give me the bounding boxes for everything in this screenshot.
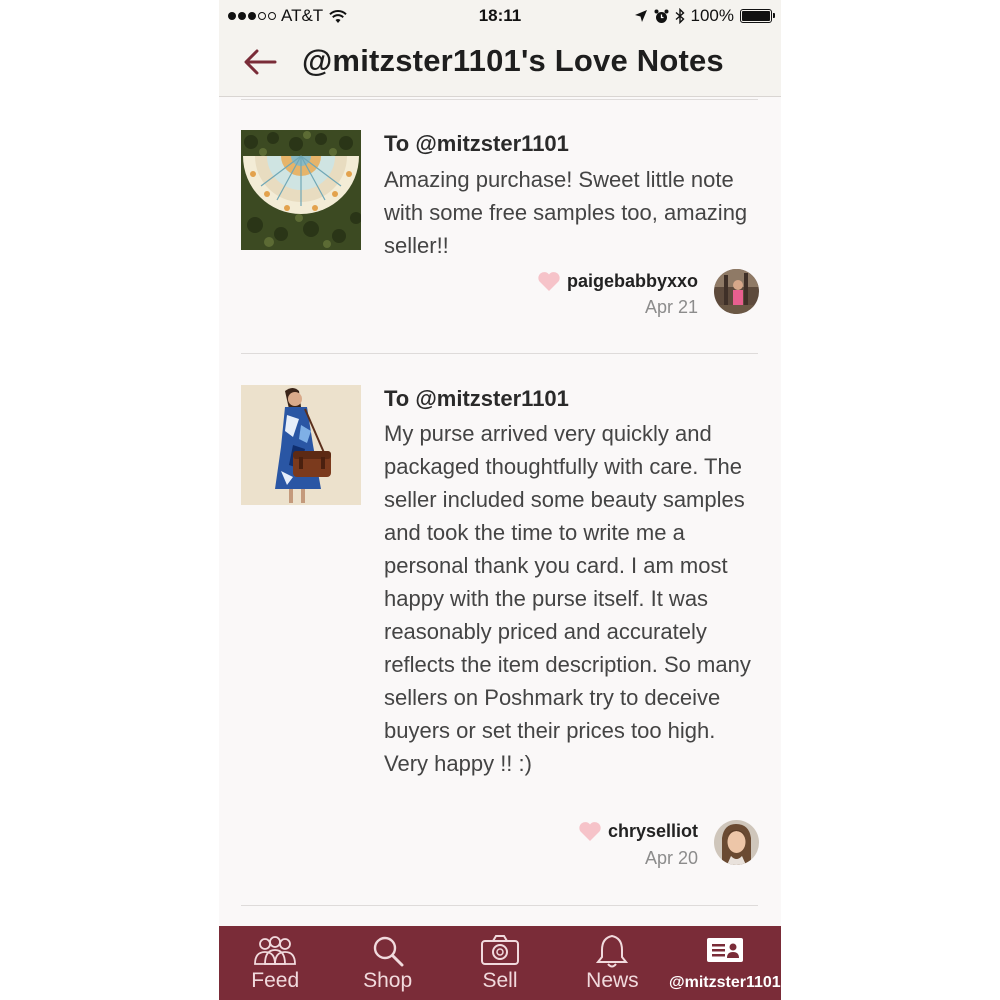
user-avatar — [714, 820, 759, 865]
status-bar: AT&T 18:11 100% — [219, 0, 781, 32]
back-button[interactable] — [241, 44, 281, 80]
tab-label: Shop — [363, 969, 413, 992]
note-author: chryselliot — [607, 821, 698, 841]
author-avatar[interactable] — [714, 820, 759, 865]
product-thumbnail[interactable] — [241, 385, 361, 505]
tab-label: Feed — [251, 969, 300, 992]
location-arrow-icon — [634, 10, 647, 22]
profile-card-icon — [706, 938, 743, 962]
heart-icon — [579, 822, 601, 841]
tab-news[interactable]: News — [556, 926, 668, 1000]
arrow-left-icon — [244, 49, 277, 75]
divider — [241, 905, 758, 906]
people-icon — [254, 936, 297, 965]
tab-label: @mitzster1101 — [668, 974, 781, 991]
product-thumbnail[interactable] — [241, 130, 361, 250]
nav-header: @mitzster1101's Love Notes — [219, 32, 781, 97]
user-avatar — [714, 269, 759, 314]
note-text: My purse arrived very quickly and packag… — [384, 421, 751, 776]
mandala-beach-towel-thumbnail — [241, 130, 361, 250]
battery-icon — [740, 9, 775, 23]
note-recipient: To @mitzster1101 — [384, 386, 569, 411]
tab-shop[interactable]: Shop — [331, 926, 443, 1000]
author-avatar[interactable] — [714, 269, 759, 314]
brown-purse-thumbnail — [241, 385, 361, 505]
battery-percent: 100% — [690, 6, 734, 25]
note-text: Amazing purchase! Sweet little note with… — [384, 167, 748, 258]
bottom-tab-bar: Feed Shop Sell News @mitzster1101 — [219, 926, 781, 1000]
note-author-row[interactable]: paigebabbyxxo — [537, 271, 698, 292]
note-author-row[interactable]: chryselliot — [578, 821, 698, 842]
bell-icon — [596, 934, 629, 968]
tab-profile[interactable]: @mitzster1101 — [669, 926, 781, 1000]
tab-feed[interactable]: Feed — [219, 926, 331, 1000]
note-date: Apr 20 — [644, 848, 698, 868]
page-title: @mitzster1101's Love Notes — [302, 43, 724, 78]
alarm-clock-icon — [654, 9, 669, 23]
app-screen: AT&T 18:11 100% @mitzster1101's Love Not… — [219, 0, 781, 1000]
search-icon — [373, 936, 404, 967]
bluetooth-icon — [675, 8, 685, 24]
status-right: 100% — [634, 6, 775, 26]
note-date: Apr 21 — [644, 297, 698, 317]
tab-sell[interactable]: Sell — [444, 926, 556, 1000]
tab-label: News — [586, 969, 639, 992]
note-author: paigebabbyxxo — [566, 271, 698, 291]
note-recipient: To @mitzster1101 — [384, 131, 569, 156]
divider — [241, 99, 758, 100]
tab-label: Sell — [482, 969, 518, 992]
camera-icon — [481, 935, 520, 965]
divider — [241, 353, 758, 354]
heart-icon — [538, 272, 560, 291]
